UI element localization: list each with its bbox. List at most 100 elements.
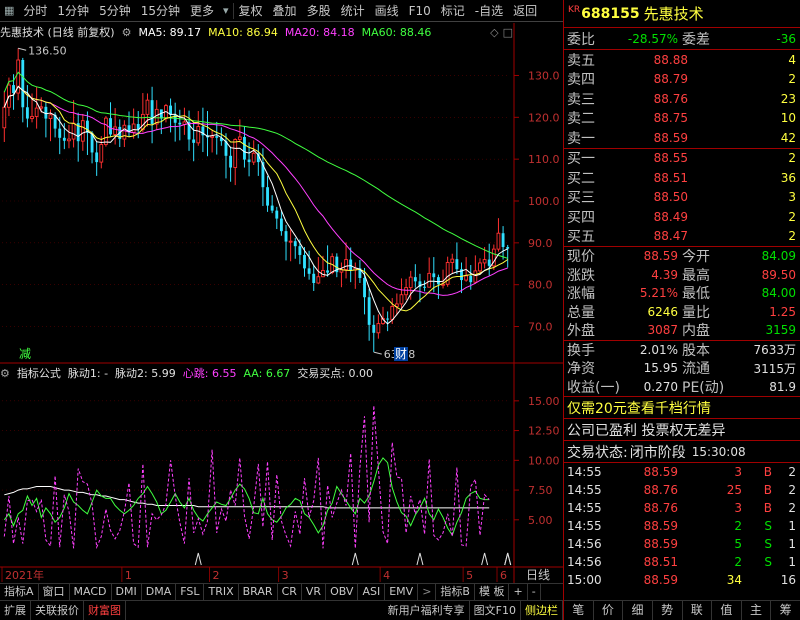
ask-row[interactable]: 卖二 88.75 10 xyxy=(564,109,800,129)
bid-volume: 3 xyxy=(788,190,796,205)
tab-shi[interactable]: 势 xyxy=(653,601,683,620)
tab-obv[interactable]: OBV xyxy=(326,584,359,600)
add-window-button[interactable]: + xyxy=(509,584,528,600)
tick-row[interactable]: 14:55 88.76 3 B 2 xyxy=(564,499,800,517)
x-tick-label: 3 xyxy=(282,569,289,582)
tab-lian[interactable]: 联 xyxy=(683,601,713,620)
candle-body xyxy=(150,100,154,125)
xintiao-label: 心跳: 6.55 xyxy=(182,367,237,380)
candle-body xyxy=(131,123,136,133)
ask-label: 卖一 xyxy=(567,130,595,147)
quote-label: 最低 xyxy=(682,286,710,303)
candle-body xyxy=(62,137,66,141)
tab-macd[interactable]: MACD xyxy=(70,584,112,600)
fundamental-row[interactable]: 换手 2.01% 股本 7633万 xyxy=(564,341,800,360)
x-tick-label: 1 xyxy=(125,569,132,582)
status-value: 闭市阶段 xyxy=(629,444,686,461)
indicator-header: ⚙ 指标公式 脉动1: - 脉动2: 5.99 心跳: 6.55 AA: 6.6… xyxy=(0,364,515,382)
tick-side: S xyxy=(764,537,772,551)
y-tick-label: 7.50 xyxy=(528,484,553,497)
settings-icon[interactable]: ⚙ xyxy=(0,367,10,380)
tab-template[interactable]: 模 板 xyxy=(475,584,510,600)
tab-brar[interactable]: BRAR xyxy=(239,584,278,600)
ask-row[interactable]: 卖一 88.59 42 xyxy=(564,128,800,148)
promo-text[interactable]: 仅需20元查看千档行情 xyxy=(567,398,711,418)
y-tick-label: 70.0 xyxy=(528,321,553,334)
tick-row[interactable]: 15:00 88.59 34 16 xyxy=(564,571,800,589)
tab-emv[interactable]: EMV xyxy=(385,584,419,600)
tab-dmi[interactable]: DMI xyxy=(112,584,142,600)
tab-sidebar[interactable]: 侧边栏 xyxy=(521,601,563,620)
bid-row[interactable]: 买五 88.47 2 xyxy=(564,227,800,247)
tick-row[interactable]: 14:55 88.76 25 B 2 xyxy=(564,481,800,499)
tab-window[interactable]: 窗口 xyxy=(39,584,70,600)
tab-indicator-a[interactable]: 指标A xyxy=(0,584,39,600)
candle-body xyxy=(455,259,459,270)
candle-body xyxy=(145,99,150,115)
tick-row[interactable]: 14:55 88.59 2 S 1 xyxy=(564,517,800,535)
tab-jia[interactable]: 价 xyxy=(594,601,624,620)
ask-row[interactable]: 卖三 88.76 23 xyxy=(564,89,800,109)
quote-fundamentals: 换手 2.01% 股本 7633万 净资 15.95 流通 3115万 收益(一) 0.270 PE… xyxy=(564,341,800,397)
bid-row[interactable]: 买二 88.51 36 xyxy=(564,168,800,188)
tick-row[interactable]: 14:55 88.59 3 B 2 xyxy=(564,463,800,481)
quote-row[interactable]: 涨跌 4.39 最高 89.50 xyxy=(564,266,800,285)
fundamental-row[interactable]: 收益(一) 0.270 PE(动) 81.9 xyxy=(564,378,800,397)
tick-side: B xyxy=(763,483,772,497)
promo-banner[interactable]: 仅需20元查看千档行情 xyxy=(564,397,800,419)
candle-body xyxy=(441,283,445,286)
quote-label: 涨跌 xyxy=(567,267,595,284)
ask-volume: 2 xyxy=(788,72,796,87)
quote-row[interactable]: 总量 6246 量比 1.25 xyxy=(564,303,800,322)
tab-indicator-b[interactable]: 指标B xyxy=(436,584,475,600)
tab-zhi[interactable]: 值 xyxy=(712,601,742,620)
tab-f10-text[interactable]: 图文F10 xyxy=(470,601,521,620)
tab-wealth-chart[interactable]: 财富图 xyxy=(84,601,126,620)
tab-cr[interactable]: CR xyxy=(278,584,302,600)
quote-row[interactable]: 涨幅 5.21% 最低 84.00 xyxy=(564,284,800,303)
tab-xi[interactable]: 细 xyxy=(623,601,653,620)
tab-vr[interactable]: VR xyxy=(302,584,327,600)
tick-side: S xyxy=(764,519,772,533)
tick-price: 88.59 xyxy=(643,465,678,479)
tick-count: 16 xyxy=(780,573,796,587)
candle-body xyxy=(122,124,127,140)
panel-tabs: 笔 价 细 势 联 值 主 筹 xyxy=(564,600,800,620)
quote-row[interactable]: 外盘 3087 内盘 3159 xyxy=(564,321,800,340)
x-axis-label: 日线 xyxy=(526,568,550,582)
candle-body xyxy=(99,144,104,163)
tick-row[interactable]: 14:56 88.59 5 S 1 xyxy=(564,535,800,553)
bid-price: 88.50 xyxy=(653,190,688,205)
tick-list: 14:55 88.59 3 B 2 14:55 88.76 25 B 2 14:55 88.76 3 B 2… xyxy=(564,463,800,589)
quote-row[interactable]: 现价 88.59 今开 84.09 xyxy=(564,247,800,266)
tab-fsl[interactable]: FSL xyxy=(176,584,205,600)
tab-trix[interactable]: TRIX xyxy=(204,584,239,600)
new-user-benefit-link[interactable]: 新用户福利专享 xyxy=(384,601,470,620)
tab-related-quote[interactable]: 关联报价 xyxy=(31,601,84,620)
kline-chart[interactable]: 130.0120.0110.0100.090.080.070.015.0012.… xyxy=(0,0,563,583)
bid-row[interactable]: 买三 88.50 3 xyxy=(564,188,800,208)
scroll-right-icon[interactable]: > xyxy=(418,584,437,600)
tick-row[interactable]: 14:56 88.51 2 S 1 xyxy=(564,553,800,571)
tab-dma[interactable]: DMA xyxy=(142,584,177,600)
quote-value: 3159 xyxy=(765,323,796,338)
bid-row[interactable]: 买四 88.49 2 xyxy=(564,207,800,227)
candle-body xyxy=(482,259,487,264)
ask-row[interactable]: 卖四 88.79 2 xyxy=(564,70,800,90)
tab-chou[interactable]: 筹 xyxy=(771,601,800,620)
bid-row[interactable]: 买一 88.55 2 xyxy=(564,149,800,169)
fundamental-label: 换手 xyxy=(567,342,595,359)
candle-body xyxy=(376,323,381,334)
ma10-line xyxy=(3,85,508,312)
maidong2-label: 脉动2: 5.99 xyxy=(115,367,176,380)
tick-time: 14:55 xyxy=(567,465,602,479)
ask-row[interactable]: 卖五 88.88 4 xyxy=(564,50,800,70)
remove-window-button[interactable]: - xyxy=(528,584,541,600)
weicha-value: -36 xyxy=(776,31,796,46)
tab-extend[interactable]: 扩展 xyxy=(0,601,31,620)
fundamental-row[interactable]: 净资 15.95 流通 3115万 xyxy=(564,359,800,378)
tab-zhu[interactable]: 主 xyxy=(742,601,772,620)
tab-asi[interactable]: ASI xyxy=(358,584,386,600)
candle-body xyxy=(275,210,279,219)
tab-bi[interactable]: 笔 xyxy=(564,601,594,620)
